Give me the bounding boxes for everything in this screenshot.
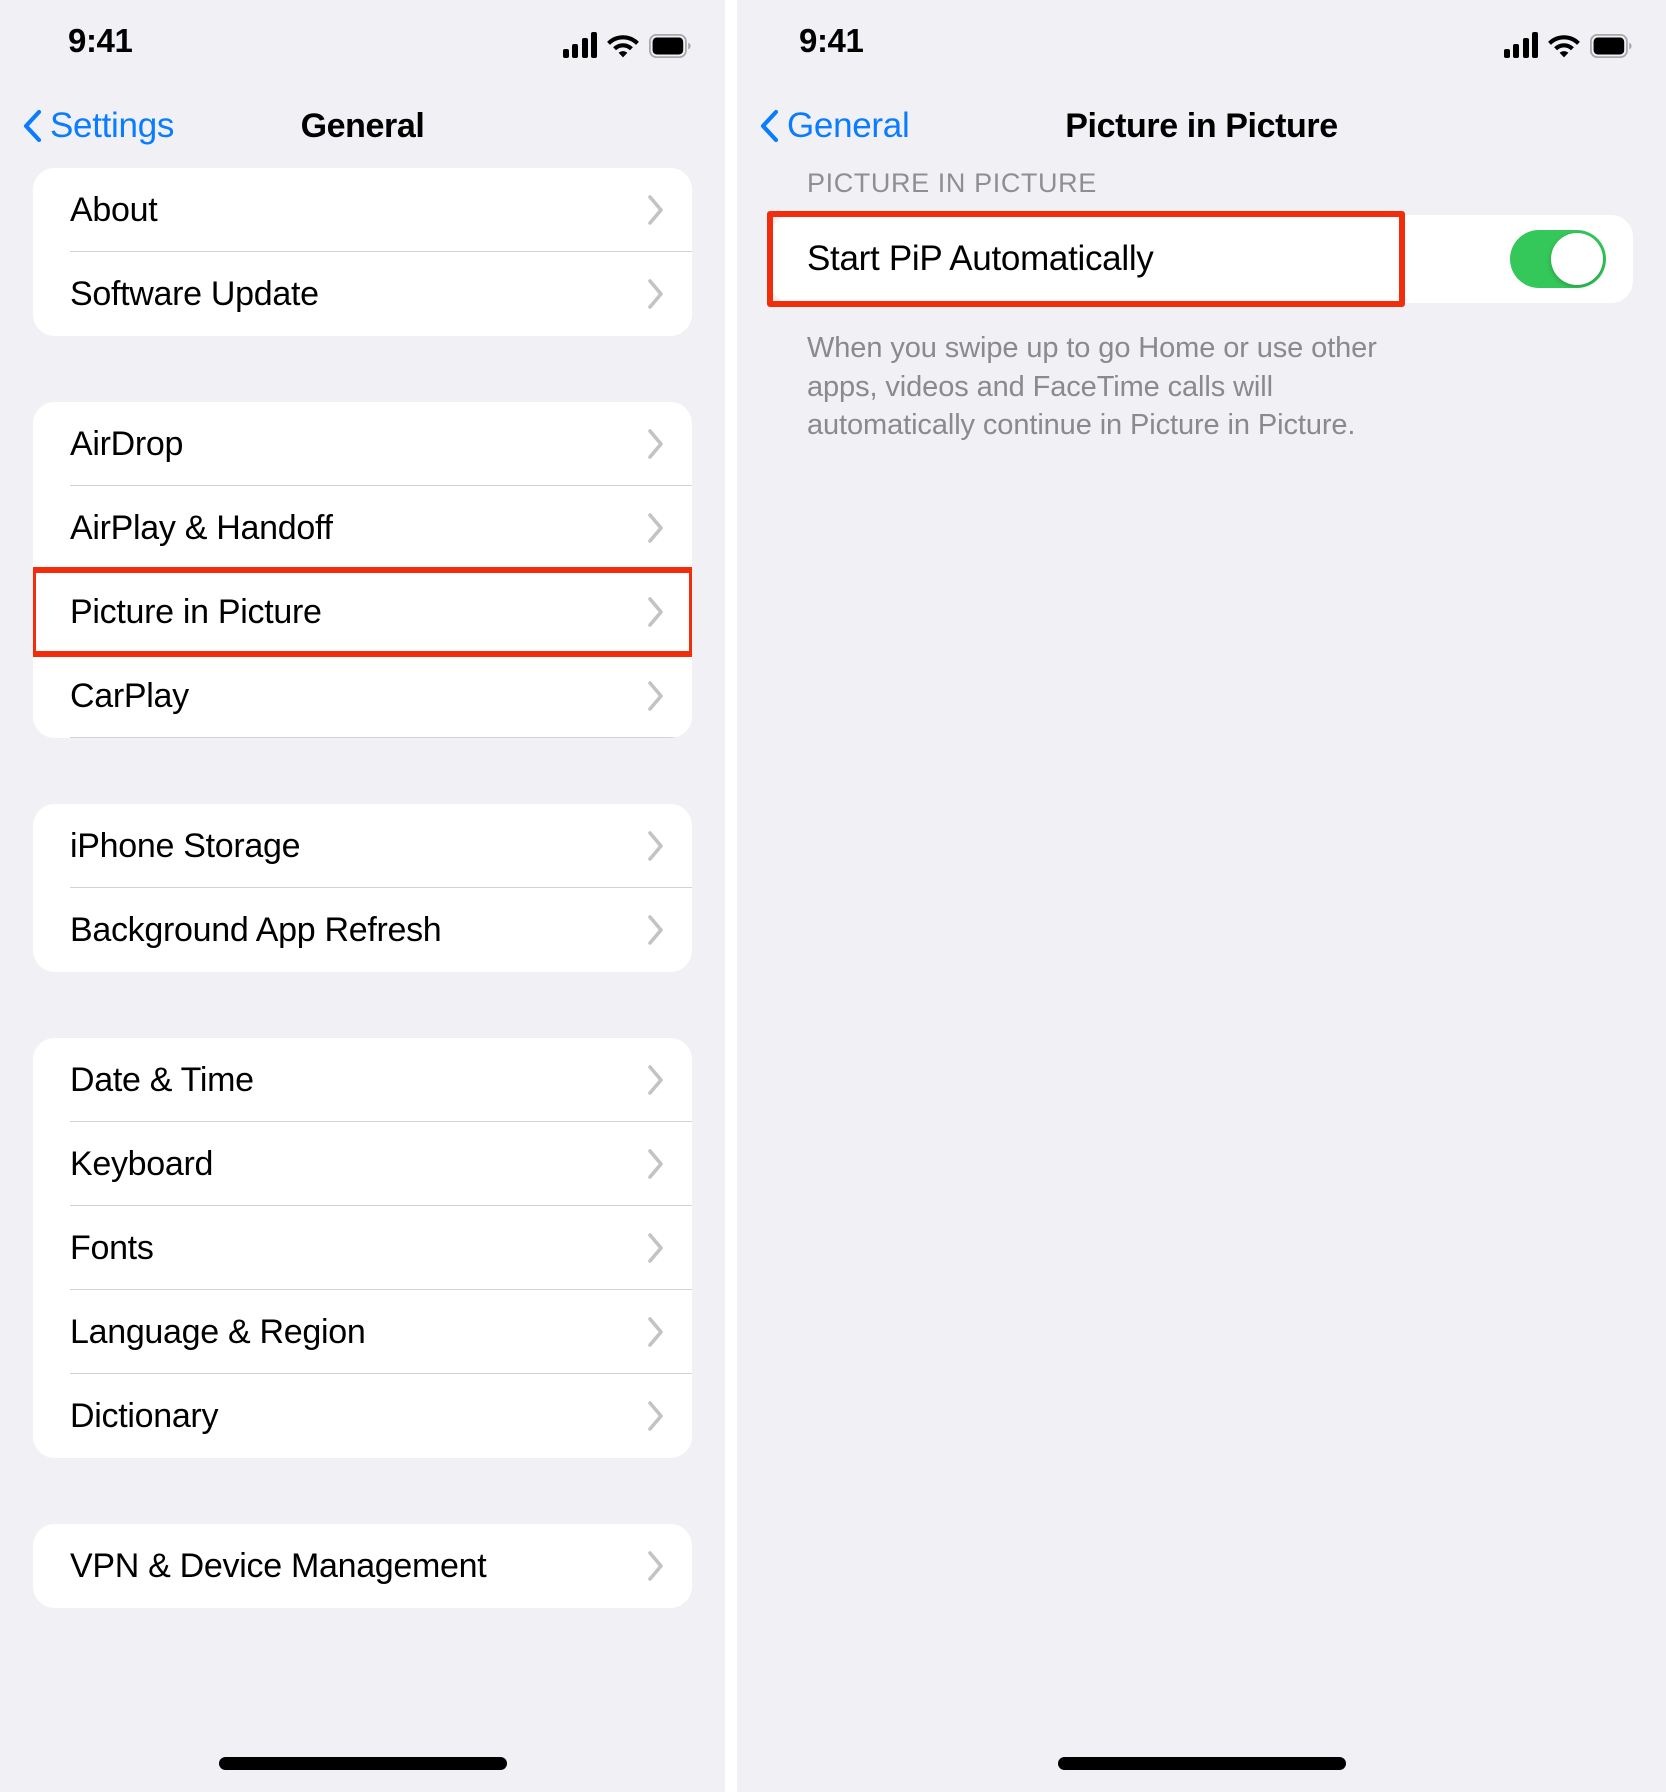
battery-full-icon xyxy=(649,34,691,58)
settings-row-vpn-device-management[interactable]: VPN & Device Management xyxy=(33,1524,692,1608)
row-label: Language & Region xyxy=(70,1312,366,1351)
row-separator xyxy=(70,737,692,738)
battery-full-icon xyxy=(1590,34,1632,58)
settings-row-picture-in-picture[interactable]: Picture in Picture xyxy=(33,570,692,654)
row-label: Start PiP Automatically xyxy=(807,239,1154,278)
start-pip-automatically-toggle[interactable] xyxy=(1510,230,1606,288)
row-label: Keyboard xyxy=(70,1144,214,1183)
status-bar-icons xyxy=(562,26,692,58)
status-bar-time: 9:41 xyxy=(799,22,864,59)
row-label: Software Update xyxy=(70,274,319,313)
left-phone-screen: 9:41 Settings General About Software Upd… xyxy=(0,0,725,1792)
row-label: Date & Time xyxy=(70,1060,254,1099)
footnote-description: When you swipe up to go Home or use othe… xyxy=(807,332,1377,442)
page-title-picture-in-picture: Picture in Picture xyxy=(1065,106,1338,145)
settings-row-airplay-handoff[interactable]: AirPlay & Handoff xyxy=(33,486,692,570)
settings-group-4: Date & Time Keyboard Fonts Language & Re… xyxy=(33,1038,692,1458)
settings-row-fonts[interactable]: Fonts xyxy=(33,1206,692,1290)
row-label: iPhone Storage xyxy=(70,826,301,865)
chevron-right-icon xyxy=(648,831,663,861)
settings-row-iphone-storage[interactable]: iPhone Storage xyxy=(33,804,692,888)
row-label: About xyxy=(70,190,158,229)
dual-screenshot-container: 9:41 Settings General About Software Upd… xyxy=(0,0,1666,1792)
settings-row-dictionary[interactable]: Dictionary xyxy=(33,1374,692,1458)
chevron-right-icon xyxy=(648,429,663,459)
settings-row-language-region[interactable]: Language & Region xyxy=(33,1290,692,1374)
chevron-right-icon xyxy=(648,195,663,225)
settings-group-5: VPN & Device Management xyxy=(33,1524,692,1608)
settings-row-date-time[interactable]: Date & Time xyxy=(33,1038,692,1122)
wifi-icon xyxy=(1548,35,1580,58)
chevron-right-icon xyxy=(648,513,663,543)
settings-group-2: AirDrop AirPlay & Handoff Picture in Pic… xyxy=(33,402,692,738)
screen-divider xyxy=(725,0,737,1792)
settings-list-general[interactable]: About Software Update AirDrop AirPlay & … xyxy=(0,168,725,1792)
settings-group-1: About Software Update xyxy=(33,168,692,336)
home-indicator[interactable] xyxy=(218,1757,507,1770)
picture-in-picture-settings: PICTURE IN PICTURE Start PiP Automatical… xyxy=(737,168,1666,1792)
chevron-right-icon xyxy=(648,1551,663,1581)
chevron-right-icon xyxy=(648,597,663,627)
chevron-right-icon xyxy=(648,681,663,711)
row-label: CarPlay xyxy=(70,676,189,715)
row-label: VPN & Device Management xyxy=(70,1546,487,1585)
right-phone-screen: 9:41 General Picture in Picture PICTURE … xyxy=(737,0,1666,1792)
row-label: Picture in Picture xyxy=(70,592,322,631)
settings-row-about[interactable]: About xyxy=(33,168,692,252)
row-label: AirPlay & Handoff xyxy=(70,508,333,547)
settings-row-start-pip-automatically[interactable]: Start PiP Automatically xyxy=(770,215,1633,303)
chevron-right-icon xyxy=(648,1401,663,1431)
nav-bar-right: General Picture in Picture xyxy=(737,84,1666,168)
status-bar-time: 9:41 xyxy=(68,22,133,59)
settings-row-carplay[interactable]: CarPlay xyxy=(33,654,692,738)
toggle-section-wrapper: Start PiP Automatically xyxy=(737,211,1666,307)
cellular-bars-icon xyxy=(1503,32,1538,58)
settings-group-3: iPhone Storage Background App Refresh xyxy=(33,804,692,972)
row-label: Fonts xyxy=(70,1228,154,1267)
chevron-right-icon xyxy=(648,1317,663,1347)
chevron-right-icon xyxy=(648,1149,663,1179)
row-label: AirDrop xyxy=(70,424,184,463)
section-header-picture-in-picture: PICTURE IN PICTURE xyxy=(807,168,1097,198)
wifi-icon xyxy=(607,35,639,58)
settings-row-airdrop[interactable]: AirDrop xyxy=(33,402,692,486)
row-label: Dictionary xyxy=(70,1396,219,1435)
nav-bar-left: Settings General xyxy=(0,84,725,168)
row-label: Background App Refresh xyxy=(70,910,442,949)
status-bar-icons xyxy=(1503,26,1633,58)
status-bar-left: 9:41 xyxy=(0,0,725,84)
cellular-bars-icon xyxy=(562,32,597,58)
chevron-right-icon xyxy=(648,1065,663,1095)
page-title-general: General xyxy=(300,106,425,145)
settings-row-software-update[interactable]: Software Update xyxy=(33,252,692,336)
settings-row-keyboard[interactable]: Keyboard xyxy=(33,1122,692,1206)
chevron-right-icon xyxy=(648,915,663,945)
status-bar-right: 9:41 xyxy=(737,0,1666,84)
settings-row-background-app-refresh[interactable]: Background App Refresh xyxy=(33,888,692,972)
home-indicator[interactable] xyxy=(1057,1757,1346,1770)
chevron-right-icon xyxy=(648,279,663,309)
toggle-knob xyxy=(1551,233,1603,285)
chevron-right-icon xyxy=(648,1233,663,1263)
toggle-group: Start PiP Automatically xyxy=(770,215,1633,303)
